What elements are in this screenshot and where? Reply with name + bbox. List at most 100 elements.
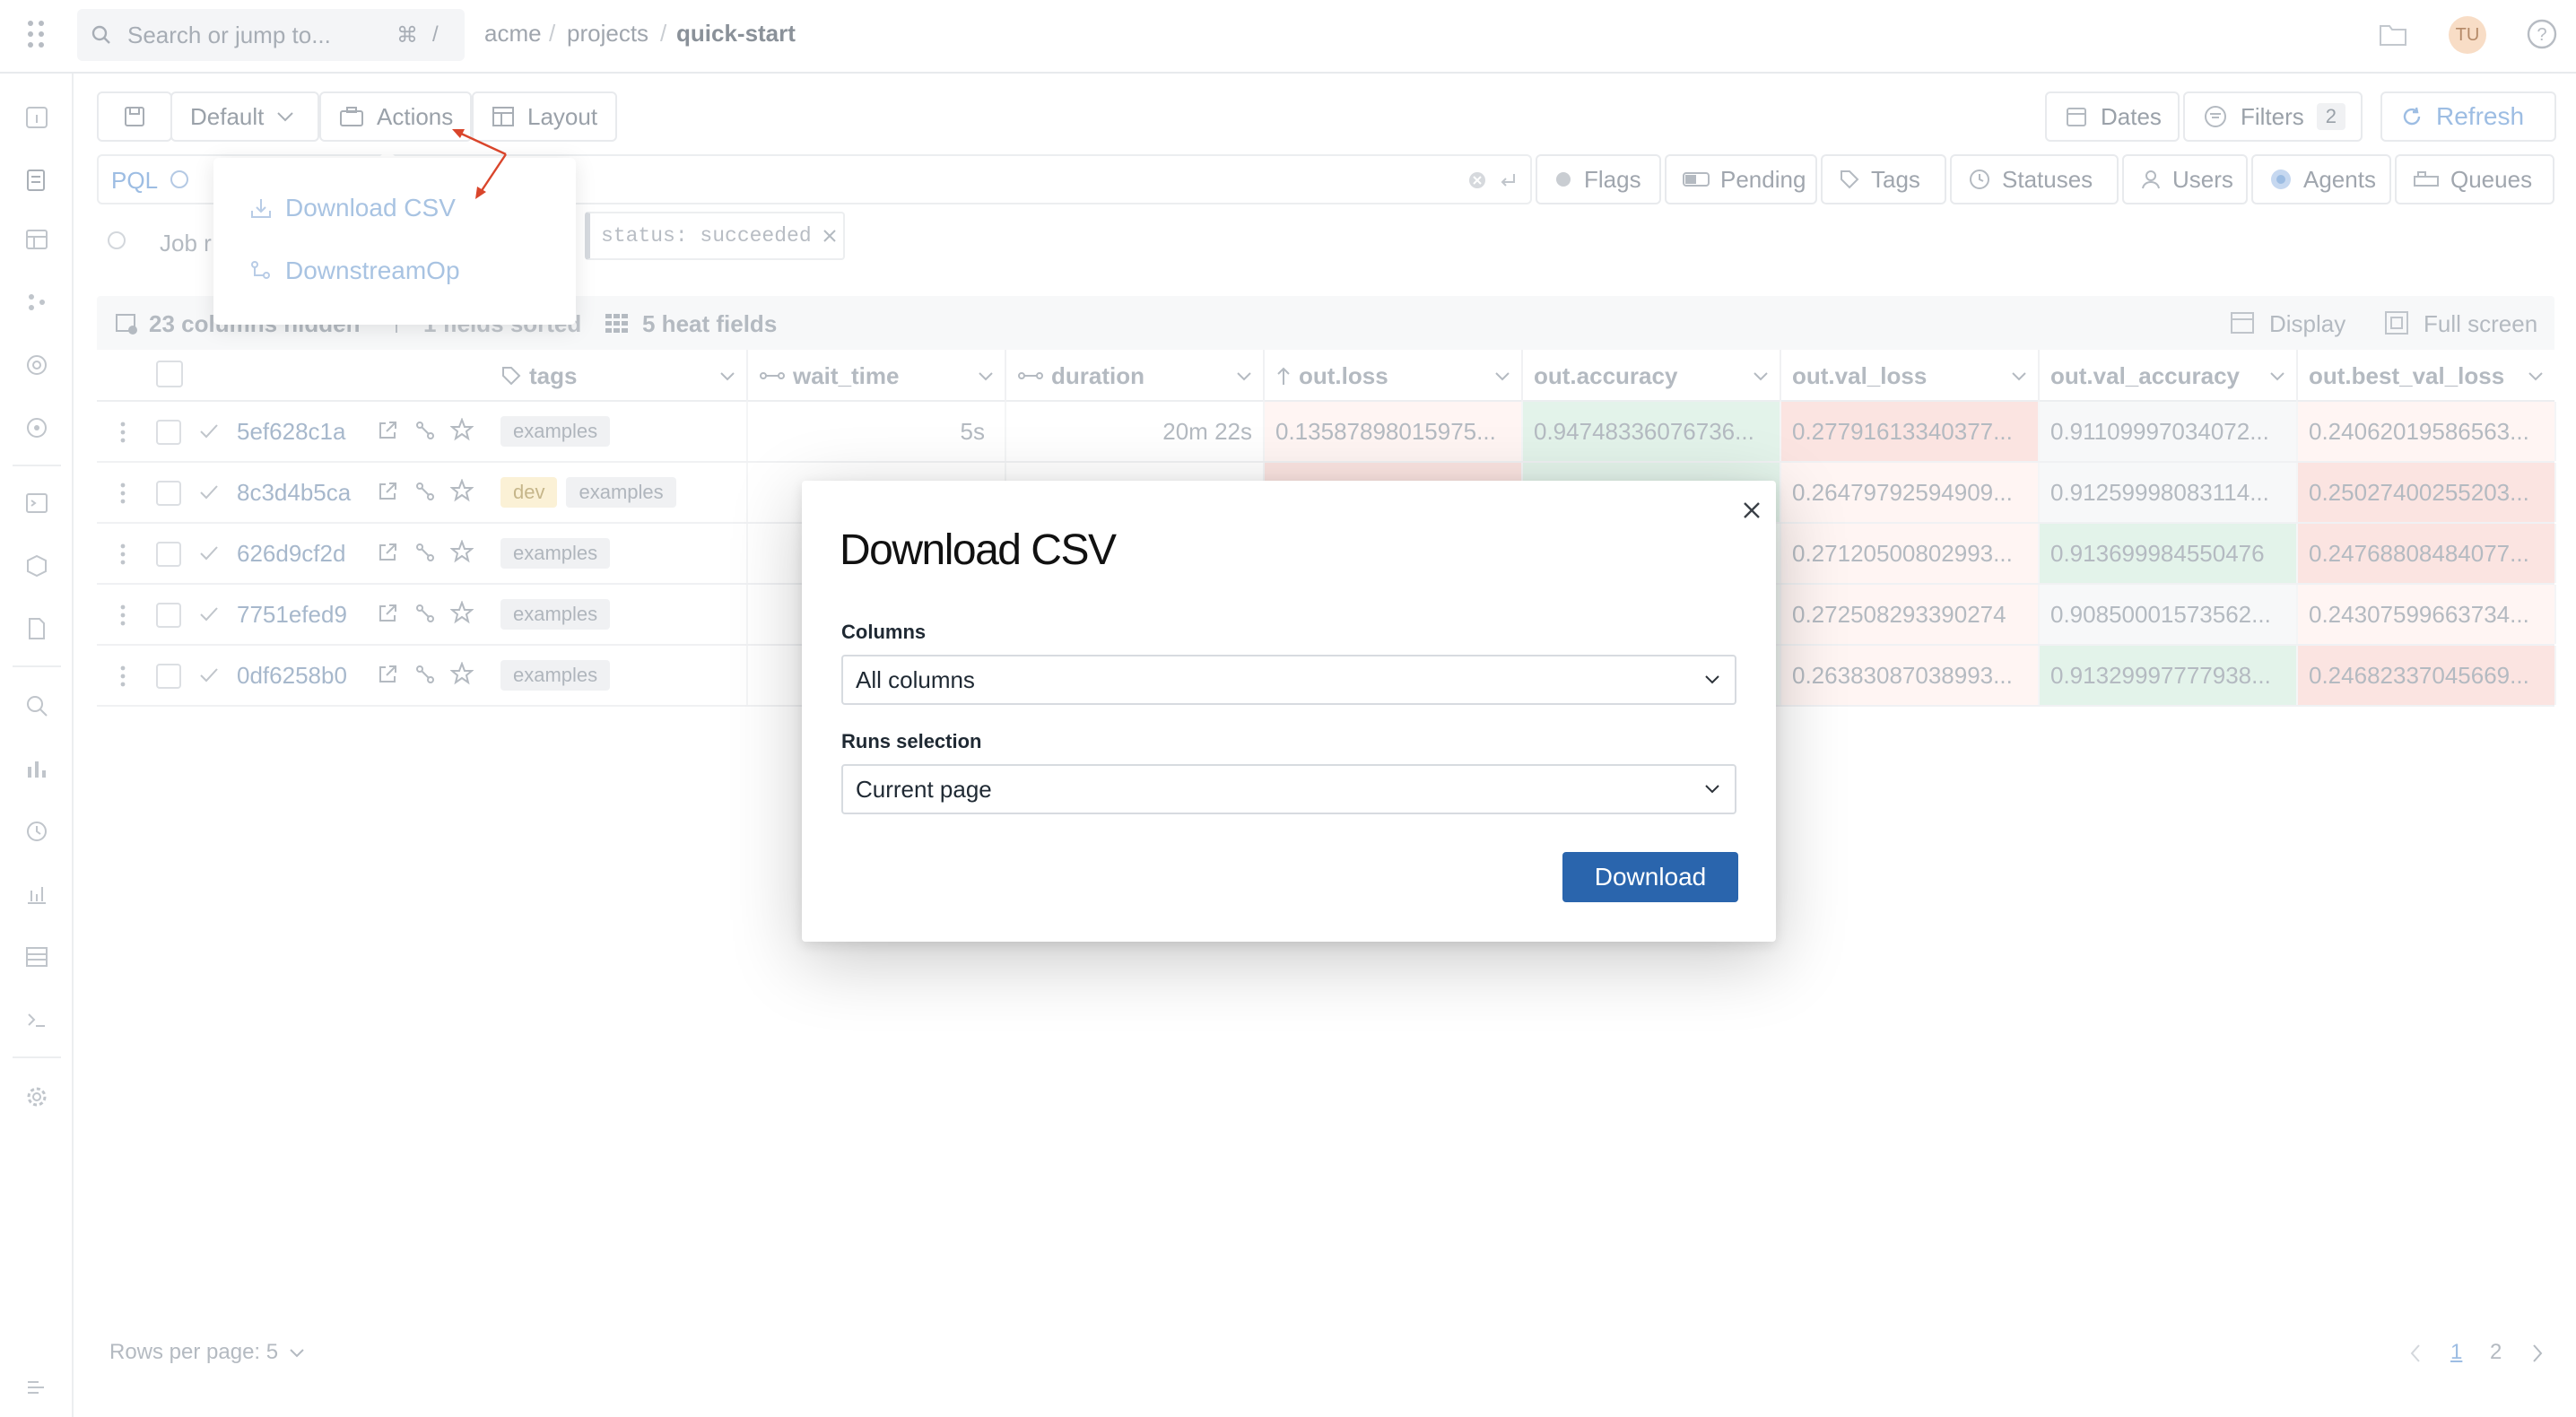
- external-link-icon[interactable]: [377, 542, 398, 563]
- column-header-tags[interactable]: tags: [490, 350, 748, 402]
- agents-filter[interactable]: Agents: [2251, 154, 2391, 204]
- chevron-left-icon[interactable]: [2409, 1343, 2422, 1363]
- view-selector[interactable]: Default: [170, 91, 319, 142]
- runs-selection-select[interactable]: Current page: [841, 764, 1736, 814]
- tag-chip[interactable]: dev: [500, 477, 558, 508]
- column-header-out-accuracy[interactable]: out.accuracy: [1523, 350, 1781, 402]
- dag-icon[interactable]: [20, 285, 54, 319]
- column-header-out-val-loss[interactable]: out.val_loss: [1781, 350, 2040, 402]
- column-header-duration[interactable]: duration: [1006, 350, 1265, 402]
- collapse-sidebar-icon[interactable]: [20, 1370, 54, 1404]
- dates-button[interactable]: Dates: [2045, 91, 2180, 142]
- compare-icon[interactable]: [414, 481, 436, 502]
- filters-button[interactable]: Filters 2: [2183, 91, 2363, 142]
- external-link-icon[interactable]: [377, 603, 398, 624]
- search-icon[interactable]: [20, 689, 54, 723]
- row-checkbox[interactable]: [156, 542, 181, 567]
- fullscreen-button[interactable]: Full screen: [2424, 310, 2537, 338]
- status-filter-chip[interactable]: status: succeeded: [585, 212, 845, 260]
- bar-chart-icon[interactable]: [20, 877, 54, 911]
- external-link-icon[interactable]: [377, 420, 398, 441]
- table-row[interactable]: 5ef628c1a examples 5s 20m 22s 0.135878980159…: [97, 402, 2556, 463]
- drag-handle-icon[interactable]: [120, 604, 126, 626]
- chevron-down-icon[interactable]: [2528, 371, 2544, 381]
- run-uuid-link[interactable]: 0df6258b0: [237, 662, 347, 690]
- external-link-icon[interactable]: [377, 481, 398, 502]
- chevron-down-icon[interactable]: [719, 371, 735, 381]
- dashboard-icon[interactable]: [20, 222, 54, 256]
- runs-list-icon[interactable]: [20, 163, 54, 197]
- clear-icon[interactable]: [1467, 170, 1487, 190]
- chevron-down-icon[interactable]: [1236, 371, 1252, 381]
- compare-icon[interactable]: [414, 420, 436, 441]
- chevron-down-icon[interactable]: [2011, 371, 2027, 381]
- star-icon[interactable]: [450, 601, 474, 624]
- table-icon[interactable]: [20, 940, 54, 974]
- run-uuid-link[interactable]: 5ef628c1a: [237, 418, 345, 446]
- cube-icon[interactable]: [20, 549, 54, 583]
- column-header-wait-time[interactable]: wait_time: [748, 350, 1006, 402]
- folder-icon[interactable]: [2379, 22, 2407, 47]
- refresh-button[interactable]: Refresh: [2380, 91, 2556, 142]
- column-header-out-val-accuracy[interactable]: out.val_accuracy: [2040, 350, 2298, 402]
- drag-handle-icon[interactable]: [120, 422, 126, 443]
- download-button[interactable]: Download: [1562, 852, 1738, 902]
- breadcrumb-acme[interactable]: acme: [484, 20, 542, 48]
- chevron-down-icon[interactable]: [1494, 371, 1510, 381]
- star-icon[interactable]: [450, 418, 474, 441]
- row-checkbox[interactable]: [156, 603, 181, 628]
- column-header-out-loss[interactable]: out.loss: [1265, 350, 1523, 402]
- tag-chip[interactable]: examples: [500, 599, 611, 630]
- select-all-checkbox[interactable]: [156, 361, 183, 387]
- page-1-link[interactable]: 1: [2450, 1340, 2462, 1365]
- pending-filter[interactable]: Pending: [1665, 154, 1817, 204]
- document-icon[interactable]: [20, 612, 54, 646]
- menu-item-downstream-op[interactable]: DownstreamOp: [249, 256, 460, 285]
- flags-filter[interactable]: Flags: [1536, 154, 1661, 204]
- compare-icon[interactable]: [414, 664, 436, 685]
- tag-chip[interactable]: examples: [500, 416, 611, 447]
- page-2-link[interactable]: 2: [2490, 1340, 2502, 1365]
- close-icon[interactable]: [1736, 495, 1767, 526]
- row-checkbox[interactable]: [156, 420, 181, 445]
- run-uuid-link[interactable]: 626d9cf2d: [237, 540, 345, 568]
- help-circle-icon[interactable]: [169, 169, 190, 190]
- hub-icon[interactable]: [20, 348, 54, 382]
- tag-chip[interactable]: examples: [500, 660, 611, 691]
- history-icon[interactable]: [20, 814, 54, 848]
- menu-item-download-csv[interactable]: Download CSV: [249, 194, 456, 222]
- terminal-icon[interactable]: [20, 1003, 54, 1037]
- chevron-right-icon[interactable]: [2531, 1343, 2544, 1363]
- save-view-button[interactable]: [97, 91, 172, 142]
- heat-fields-label[interactable]: 5 heat fields: [642, 310, 777, 338]
- tag-chip[interactable]: examples: [566, 477, 676, 508]
- chevron-down-icon[interactable]: [978, 371, 994, 381]
- drag-handle-icon[interactable]: [120, 665, 126, 687]
- breadcrumb-projects[interactable]: projects: [567, 20, 648, 48]
- tags-filter[interactable]: Tags: [1821, 154, 1946, 204]
- close-icon[interactable]: [822, 229, 837, 243]
- drag-handle-icon[interactable]: [120, 543, 126, 565]
- info-icon[interactable]: [20, 100, 54, 135]
- users-filter[interactable]: Users: [2122, 154, 2248, 204]
- chevron-down-icon[interactable]: [2269, 371, 2285, 381]
- search-input[interactable]: Search or jump to... ⌘ /: [77, 9, 465, 61]
- drag-handle-icon[interactable]: [120, 482, 126, 504]
- external-link-icon[interactable]: [377, 664, 398, 685]
- star-icon[interactable]: [450, 540, 474, 563]
- settings-gear-icon[interactable]: [20, 1080, 54, 1114]
- apps-grid-icon[interactable]: [25, 18, 48, 54]
- row-checkbox[interactable]: [156, 481, 181, 506]
- compare-icon[interactable]: [414, 542, 436, 563]
- display-button[interactable]: Display: [2269, 310, 2345, 338]
- columns-select[interactable]: All columns: [841, 655, 1736, 705]
- compare-icon[interactable]: [414, 603, 436, 624]
- help-icon[interactable]: ?: [2526, 18, 2558, 50]
- statuses-filter[interactable]: Statuses: [1950, 154, 2119, 204]
- row-checkbox[interactable]: [156, 664, 181, 689]
- run-uuid-link[interactable]: 8c3d4b5ca: [237, 479, 351, 507]
- chevron-down-icon[interactable]: [1753, 371, 1769, 381]
- run-uuid-link[interactable]: 7751efed9: [237, 601, 347, 629]
- star-icon[interactable]: [450, 662, 474, 685]
- avatar[interactable]: TU: [2449, 16, 2486, 54]
